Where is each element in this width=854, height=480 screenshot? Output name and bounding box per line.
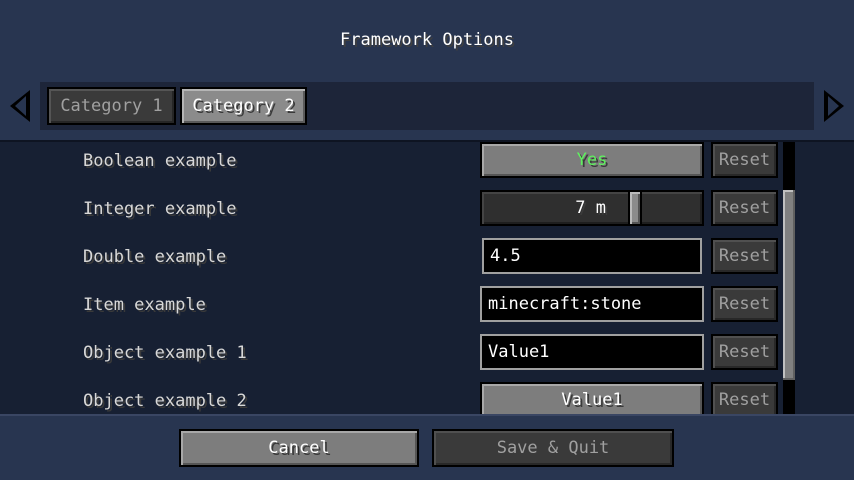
option-row-boolean: Boolean example Yes Reset [0,142,854,182]
cancel-button[interactable]: Cancel [179,429,419,467]
option-label: Object example 1 [83,343,247,363]
slider-handle[interactable] [628,190,642,226]
option-label: Integer example [83,199,237,219]
reset-button[interactable]: Reset [711,334,778,370]
tab-category-2[interactable]: Category 2 [180,87,307,125]
double-input[interactable]: 4.5 [482,238,702,274]
arrow-left-icon[interactable] [6,88,34,124]
save-quit-button[interactable]: Save & Quit [432,429,674,467]
options-list: Boolean example Yes Reset Integer exampl… [0,140,854,416]
option-label: Item example [83,295,206,315]
option-row-integer: Integer example 7 m Reset [0,190,854,230]
integer-slider[interactable]: 7 m [480,190,704,226]
item-input[interactable]: minecraft:stone [480,286,704,322]
slider-value: 7 m [575,198,606,218]
option-row-item: Item example minecraft:stone Reset [0,286,854,326]
option-row-object-1: Object example 1 Value1 Reset [0,334,854,374]
scrollbar-thumb[interactable] [783,190,795,380]
reset-button[interactable]: Reset [711,238,778,274]
reset-button[interactable]: Reset [711,190,778,226]
reset-button[interactable]: Reset [711,286,778,322]
page-title: Framework Options [340,30,514,50]
object-2-cycle-button[interactable]: Value1 [480,382,704,414]
option-row-object-2: Object example 2 Value1 Reset [0,382,854,414]
option-label: Boolean example [83,151,237,171]
option-label: Object example 2 [83,391,247,411]
boolean-toggle-button[interactable]: Yes [480,142,704,178]
option-row-double: Double example 4.5 Reset [0,238,854,278]
option-label: Double example [83,247,227,267]
tab-category-1[interactable]: Category 1 [47,87,176,125]
reset-button[interactable]: Reset [711,382,778,414]
object-1-input[interactable]: Value1 [480,334,704,370]
reset-button[interactable]: Reset [711,142,778,178]
arrow-right-icon[interactable] [820,88,848,124]
